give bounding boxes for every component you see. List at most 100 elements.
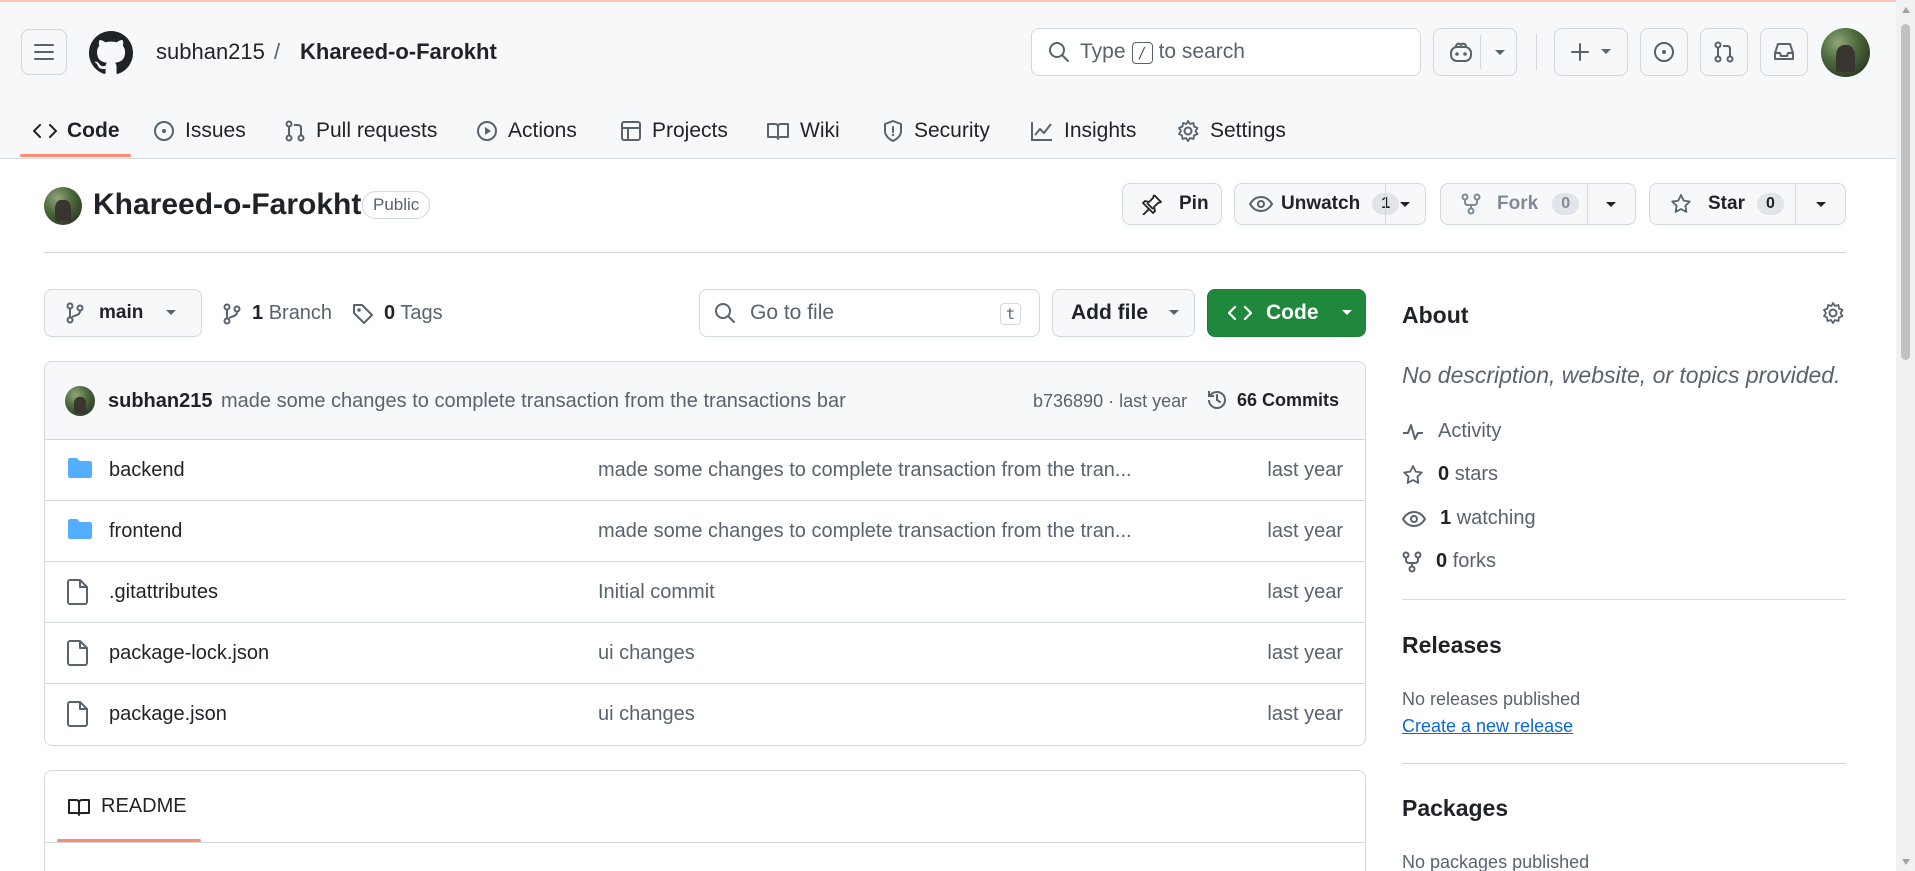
activity-link[interactable]: Activity xyxy=(1402,420,1501,443)
sidebar-divider xyxy=(1402,763,1846,764)
pull-requests-button[interactable] xyxy=(1700,28,1748,76)
commit-author[interactable]: subhan215 xyxy=(108,390,212,413)
scroll-up-arrow-icon[interactable] xyxy=(1901,6,1911,14)
search-shortcut-key: / xyxy=(1131,42,1153,64)
commits-link[interactable]: 66 Commits xyxy=(1205,388,1339,412)
file-name[interactable]: package.json xyxy=(109,703,227,726)
inbox-button[interactable] xyxy=(1760,28,1808,76)
tab-security[interactable]: Security xyxy=(882,112,990,150)
tags-link[interactable]: 0 Tags xyxy=(352,302,443,325)
breadcrumb-slash: / xyxy=(274,39,281,64)
scrollbar-thumb[interactable] xyxy=(1901,24,1910,360)
go-to-file-shortcut: t xyxy=(999,303,1021,325)
latest-commit-bar: subhan215 made some changes to complete … xyxy=(45,362,1365,440)
create-release-link[interactable]: Create a new release xyxy=(1402,716,1573,737)
table-row[interactable]: package-lock.json ui changes last year xyxy=(45,623,1365,684)
eye-icon xyxy=(1249,195,1273,213)
watching-link[interactable]: 1 watching xyxy=(1402,507,1536,530)
commit-hash-time[interactable]: b736890 · last year xyxy=(1033,391,1187,412)
inbox-icon xyxy=(1774,43,1794,60)
copilot-icon xyxy=(1450,42,1472,62)
branches-link[interactable]: 1 Branch xyxy=(222,302,332,325)
tab-pull-requests[interactable]: Pull requests xyxy=(284,112,437,150)
file-time: last year xyxy=(1267,642,1343,664)
star-count: 0 xyxy=(1756,193,1784,215)
star-button[interactable]: Star 0 xyxy=(1649,183,1846,225)
tab-insights[interactable]: Insights xyxy=(1030,112,1136,150)
commit-message[interactable]: made some changes to complete transactio… xyxy=(221,390,846,413)
branch-icon xyxy=(66,302,84,324)
chevron-down-icon[interactable] xyxy=(1605,201,1617,209)
search-hint: Type / to search xyxy=(1080,40,1245,64)
issue-icon xyxy=(1654,42,1674,62)
chevron-down-icon xyxy=(1601,49,1611,54)
pull-request-icon xyxy=(1714,41,1734,63)
gear-icon[interactable] xyxy=(1821,301,1845,325)
chevron-down-icon[interactable] xyxy=(1399,201,1411,209)
forks-link[interactable]: 0 forks xyxy=(1402,550,1496,573)
repo-title[interactable]: Khareed-o-Farokht xyxy=(93,188,361,222)
stars-link[interactable]: 0 stars xyxy=(1402,463,1498,486)
add-file-button[interactable]: Add file xyxy=(1052,289,1195,337)
create-new-button[interactable] xyxy=(1554,28,1628,76)
menu-button[interactable] xyxy=(21,29,67,75)
fork-icon xyxy=(1402,551,1422,572)
readme-panel: README xyxy=(44,770,1366,871)
tab-projects[interactable]: Projects xyxy=(620,112,728,150)
github-logo-icon[interactable] xyxy=(89,31,133,75)
visibility-badge: Public xyxy=(362,191,431,219)
file-time: last year xyxy=(1267,459,1343,481)
tab-actions[interactable]: Actions xyxy=(476,112,577,150)
pin-button[interactable]: Pin xyxy=(1122,183,1222,225)
user-avatar[interactable] xyxy=(1821,28,1870,77)
gear-icon xyxy=(1178,120,1199,142)
packages-title[interactable]: Packages xyxy=(1402,795,1508,822)
pull-request-icon xyxy=(285,120,305,142)
table-icon xyxy=(621,121,641,141)
repo-owner-avatar[interactable] xyxy=(44,187,82,225)
scroll-down-arrow-icon[interactable] xyxy=(1901,858,1911,866)
file-commit-message[interactable]: made some changes to complete transactio… xyxy=(598,459,1132,482)
owner-link[interactable]: subhan215 xyxy=(156,39,265,65)
table-row[interactable]: backend made some changes to complete tr… xyxy=(45,440,1365,501)
file-name[interactable]: .gitattributes xyxy=(109,581,218,604)
releases-title[interactable]: Releases xyxy=(1402,632,1502,659)
commit-author-avatar[interactable] xyxy=(65,386,95,416)
file-time: last year xyxy=(1267,581,1343,603)
chevron-down-icon[interactable] xyxy=(1815,201,1827,209)
go-to-file-input[interactable]: Go to file t xyxy=(699,289,1040,337)
branch-selector[interactable]: main xyxy=(44,289,202,337)
issues-button[interactable] xyxy=(1640,28,1688,76)
file-commit-message[interactable]: ui changes xyxy=(598,642,695,665)
file-commit-message[interactable]: Initial commit xyxy=(598,581,715,604)
play-icon xyxy=(477,121,497,141)
code-icon xyxy=(33,124,57,138)
file-table: subhan215 made some changes to complete … xyxy=(44,361,1366,746)
header-divider xyxy=(1536,34,1537,70)
table-row[interactable]: .gitattributes Initial commit last year xyxy=(45,562,1365,623)
file-commit-message[interactable]: made some changes to complete transactio… xyxy=(598,520,1132,543)
readme-divider xyxy=(45,842,1365,843)
active-tab-indicator xyxy=(20,154,131,157)
graph-icon xyxy=(1031,122,1052,141)
file-name[interactable]: backend xyxy=(109,459,185,482)
tab-wiki[interactable]: Wiki xyxy=(766,112,840,150)
repo-link[interactable]: Khareed-o-Farokht xyxy=(300,39,497,65)
tab-code[interactable]: Code xyxy=(33,112,120,150)
search-input[interactable]: Type / to search xyxy=(1031,28,1421,76)
search-icon xyxy=(715,303,735,323)
readme-tab[interactable]: README xyxy=(67,795,187,818)
chevron-down-icon xyxy=(1495,50,1505,55)
unwatch-button[interactable]: Unwatch 1 xyxy=(1234,183,1426,225)
file-commit-message[interactable]: ui changes xyxy=(598,703,695,726)
copilot-button[interactable] xyxy=(1433,28,1517,76)
tab-settings[interactable]: Settings xyxy=(1176,112,1286,150)
file-name[interactable]: frontend xyxy=(109,520,182,543)
table-row[interactable]: frontend made some changes to complete t… xyxy=(45,501,1365,562)
tab-issues[interactable]: Issues xyxy=(153,112,246,150)
code-button[interactable]: Code xyxy=(1207,289,1366,337)
fork-button[interactable]: Fork 0 xyxy=(1440,183,1636,225)
file-name[interactable]: package-lock.json xyxy=(109,642,269,665)
table-row[interactable]: package.json ui changes last year xyxy=(45,684,1365,745)
fork-icon xyxy=(1461,193,1481,215)
